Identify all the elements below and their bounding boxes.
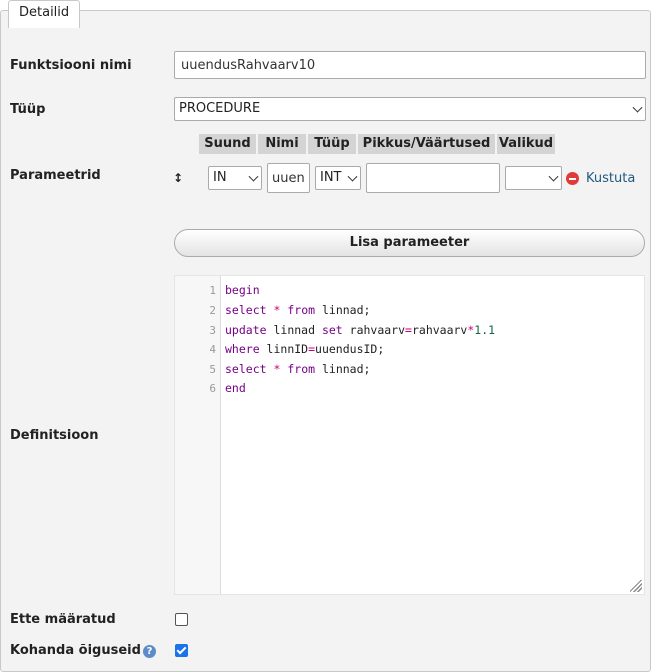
code-line: end (225, 381, 246, 395)
parameters-label: Parameetrid (10, 168, 101, 183)
delete-icon[interactable] (566, 172, 579, 185)
deterministic-checkbox[interactable] (175, 613, 188, 626)
code-line: update linnad set rahvaarv=rahvaarv*1.1 (225, 323, 496, 337)
chevron-down-icon (347, 171, 358, 182)
code-line: where linnID=uuendusID; (225, 342, 385, 356)
code-line: begin (225, 283, 260, 297)
param-type-value: INT (320, 170, 342, 185)
chevron-down-icon (632, 102, 643, 113)
param-direction-select[interactable]: IN (208, 166, 262, 190)
param-direction-value: IN (213, 170, 227, 185)
fieldset-legend: Detailid (8, 0, 81, 28)
line-number: 3 (209, 324, 216, 337)
deterministic-label: Ette määratud (10, 612, 116, 627)
param-name-input[interactable] (267, 163, 310, 193)
editor-gutter: 1 2 3 4 5 6 (175, 276, 221, 594)
line-number: 2 (209, 304, 216, 317)
help-icon[interactable]: ? (143, 645, 156, 658)
definition-label: Definitsioon (10, 428, 99, 443)
param-header-direction: Suund (199, 134, 256, 154)
delete-param-link[interactable]: Kustuta (586, 171, 635, 186)
param-header-name: Nimi (258, 134, 306, 154)
param-header-type: Tüüp (308, 134, 356, 154)
resize-handle-icon[interactable] (630, 580, 642, 592)
type-select[interactable]: PROCEDURE (174, 97, 646, 121)
type-select-value: PROCEDURE (179, 101, 261, 116)
function-name-label: Funktsiooni nimi (10, 58, 132, 73)
line-number: 4 (209, 343, 216, 356)
drag-handle-icon[interactable]: ↕ (173, 171, 183, 185)
param-length-input[interactable] (366, 163, 500, 193)
adjust-privileges-checkbox[interactable] (175, 644, 188, 657)
line-number: 5 (209, 363, 216, 376)
param-options-select[interactable] (505, 166, 562, 190)
code-line: select * from linnad; (225, 303, 371, 317)
code-line: select * from linnad; (225, 362, 371, 376)
param-header-options: Valikud (497, 134, 555, 154)
param-header-length: Pikkus/Väärtused (358, 134, 495, 154)
chevron-down-icon (248, 171, 259, 182)
line-number: 6 (209, 382, 216, 395)
line-number: 1 (209, 284, 216, 297)
add-parameter-button[interactable]: Lisa parameeter (174, 229, 645, 257)
function-name-input[interactable] (174, 51, 646, 79)
adjust-privileges-label: Kohanda õiguseid (10, 643, 141, 658)
type-label: Tüüp (10, 102, 46, 117)
param-type-select[interactable]: INT (315, 166, 361, 190)
definition-code-editor[interactable]: 1 2 3 4 5 6 begin select * from linnad; … (174, 275, 645, 595)
chevron-down-icon (548, 171, 559, 182)
